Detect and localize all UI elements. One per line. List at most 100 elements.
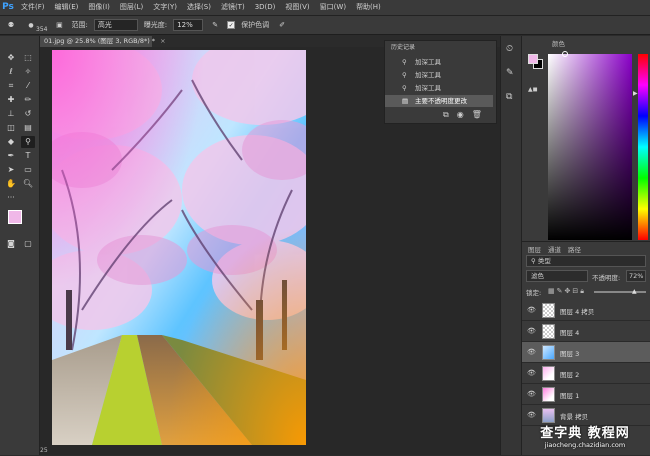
layer-name: 图层 2 — [560, 371, 580, 379]
color-picker-cursor[interactable] — [562, 51, 568, 57]
close-document-icon[interactable]: × — [160, 37, 165, 45]
layer-row[interactable]: 👁︎ 图层 2 — [522, 363, 650, 384]
warning-icon[interactable]: ▲◼ — [528, 86, 538, 93]
rectangle-tool-icon[interactable]: ▭ — [21, 164, 35, 176]
tab-channels[interactable]: 通道 — [548, 244, 561, 254]
options-bar: ⚉ ● 354 ▣ 范围: 高光 曝光度: 12% ✎ ✓ 保护色调 ✐ — [0, 15, 650, 35]
crop-tool-icon[interactable]: ⌗ — [4, 80, 18, 92]
history-actions: ⧉ ◉ 🗑︎ — [443, 110, 482, 120]
magic-wand-icon[interactable]: ✧ — [21, 66, 35, 78]
more-tools-icon[interactable]: ··· — [4, 192, 18, 204]
visibility-eye-icon[interactable]: 👁︎ — [527, 327, 536, 335]
range-select[interactable]: 高光 — [93, 19, 138, 31]
saturation-brightness-field[interactable] — [548, 54, 632, 240]
burn-tool-icon[interactable]: ⚉ — [4, 21, 18, 29]
zoom-tool-icon[interactable]: 🔍︎ — [21, 178, 35, 190]
opacity-slider[interactable] — [594, 291, 646, 293]
menu-file[interactable]: 文件(F) — [16, 0, 50, 15]
document-tab[interactable]: 01.jpg @ 25.8% (图层 3, RGB/8*) * × — [40, 36, 166, 47]
menu-image[interactable]: 图像(I) — [83, 0, 115, 15]
brush-settings-icon[interactable]: ▣ — [53, 21, 65, 29]
menu-select[interactable]: 选择(S) — [182, 0, 216, 15]
visibility-eye-icon[interactable]: 👁︎ — [527, 348, 536, 356]
layer-thumbnail — [542, 324, 555, 339]
screen-mode-icon[interactable]: ▢ — [21, 238, 35, 250]
pen-tool-icon[interactable]: ✒ — [4, 150, 18, 162]
history-item[interactable]: ⚲ 加深工具 — [385, 69, 493, 81]
layer-thumbnail — [542, 345, 555, 360]
history-item-selected[interactable]: ▤ 主要不透明度更改 — [385, 95, 493, 107]
tools-panel: ✥ ⬚ ℓ ✧ ⌗ ⁄ ✚ ✏ ⊥ ↺ ◫ ▤ ◆ ⚲ ✒ T ➤ ▭ ✋ 🔍︎… — [0, 36, 40, 455]
blend-mode-select[interactable]: 滤色 — [526, 270, 588, 282]
lock-label: 锁定: — [526, 289, 542, 297]
hue-slider[interactable] — [638, 54, 648, 240]
move-tool-icon[interactable]: ✥ — [4, 52, 18, 64]
layer-row[interactable]: 👁︎ 图层 4 — [522, 321, 650, 342]
document-image[interactable] — [52, 50, 306, 445]
protect-tones-checkbox[interactable]: ✓ — [227, 21, 236, 29]
menu-edit[interactable]: 编辑(E) — [50, 0, 84, 15]
layer-row[interactable]: 👁︎ 图层 4 拷贝 — [522, 300, 650, 321]
visibility-eye-icon[interactable]: 👁︎ — [527, 369, 536, 377]
foreground-color-swatch[interactable] — [528, 54, 538, 64]
blur-tool-icon[interactable]: ◆ — [4, 136, 18, 148]
clone-source-icon[interactable]: ⧉ — [506, 92, 512, 102]
document-title: 01.jpg @ 25.8% (图层 3, RGB/8*) * — [44, 37, 156, 45]
history-item[interactable]: ⚲ 加深工具 — [385, 56, 493, 68]
burn-history-icon: ⚲ — [402, 71, 407, 79]
site-watermark: 查字典 教程网 jiaocheng.chazidian.com — [520, 418, 650, 455]
opacity-label: 不透明度: — [592, 274, 621, 282]
lock-icons[interactable]: ▦✎✥⊟🔒︎ — [548, 287, 586, 296]
visibility-eye-icon[interactable]: 👁︎ — [527, 306, 536, 314]
brush-panel-icon[interactable]: ✎ — [506, 68, 514, 78]
menu-3d[interactable]: 3D(D) — [250, 0, 281, 15]
hand-tool-icon[interactable]: ✋ — [4, 178, 18, 190]
history-panel-title: 历史记录 — [391, 44, 416, 51]
brush-tool-icon[interactable]: ✏ — [21, 94, 35, 106]
history-brush-icon[interactable]: ↺ — [21, 108, 35, 120]
zoom-status[interactable]: 25 — [40, 447, 80, 455]
layer-row[interactable]: 👁︎ 图层 1 — [522, 384, 650, 405]
menu-help[interactable]: 帮助(H) — [351, 0, 386, 15]
lasso-tool-icon[interactable]: ℓ — [4, 66, 18, 78]
tab-paths[interactable]: 路径 — [568, 244, 581, 254]
airbrush-icon[interactable]: ✎ — [209, 21, 221, 29]
eyedropper-icon[interactable]: ⁄ — [21, 80, 35, 92]
snapshot-icon[interactable]: ◉ — [457, 110, 464, 120]
layer-row-selected[interactable]: 👁︎ 图层 3 — [522, 342, 650, 363]
menu-layer[interactable]: 图层(L) — [115, 0, 148, 15]
eraser-icon[interactable]: ◫ — [4, 122, 18, 134]
app-logo: Ps — [2, 2, 14, 12]
path-selection-icon[interactable]: ➤ — [4, 164, 18, 176]
gradient-tool-icon[interactable]: ▤ — [21, 122, 35, 134]
history-panel-icon[interactable]: ⏲ — [506, 44, 513, 54]
history-item-label: 主要不透明度更改 — [415, 97, 467, 105]
watermark-title: 查字典 教程网 — [540, 426, 630, 441]
opacity-slider-thumb[interactable]: ▲ — [632, 288, 637, 295]
visibility-eye-icon[interactable]: 👁︎ — [527, 390, 536, 398]
history-item[interactable]: ⚲ 加深工具 — [385, 82, 493, 94]
menu-window[interactable]: 窗口(W) — [315, 0, 351, 15]
filter-search-icon: ⚲ — [531, 257, 536, 265]
healing-brush-icon[interactable]: ✚ — [4, 94, 18, 106]
pressure-icon[interactable]: ✐ — [275, 21, 289, 29]
type-tool-icon[interactable]: T — [21, 150, 35, 162]
opacity-input[interactable]: 72% — [626, 270, 646, 282]
layer-thumbnail — [542, 366, 555, 381]
burn-tool-icon[interactable]: ⚲ — [21, 136, 35, 148]
exposure-input[interactable]: 12% — [173, 19, 204, 31]
tab-layers[interactable]: 图层 — [528, 244, 541, 254]
menu-type[interactable]: 文字(Y) — [148, 0, 182, 15]
clone-stamp-icon[interactable]: ⊥ — [4, 108, 18, 120]
opacity-history-icon: ▤ — [402, 97, 409, 105]
quick-mask-icon[interactable]: ◙ — [4, 238, 18, 250]
history-item-label: 加深工具 — [415, 58, 441, 66]
foreground-color-swatch[interactable] — [8, 210, 22, 224]
menu-view[interactable]: 视图(V) — [280, 0, 314, 15]
new-document-from-state-icon[interactable]: ⧉ — [443, 110, 449, 120]
menu-filter[interactable]: 滤镜(T) — [216, 0, 250, 15]
hue-slider-thumb[interactable]: ▶ — [633, 90, 638, 97]
layer-filter-select[interactable]: ⚲ 类型 — [526, 255, 646, 267]
delete-state-icon[interactable]: 🗑︎ — [472, 110, 482, 120]
marquee-tool-icon[interactable]: ⬚ — [21, 52, 35, 64]
